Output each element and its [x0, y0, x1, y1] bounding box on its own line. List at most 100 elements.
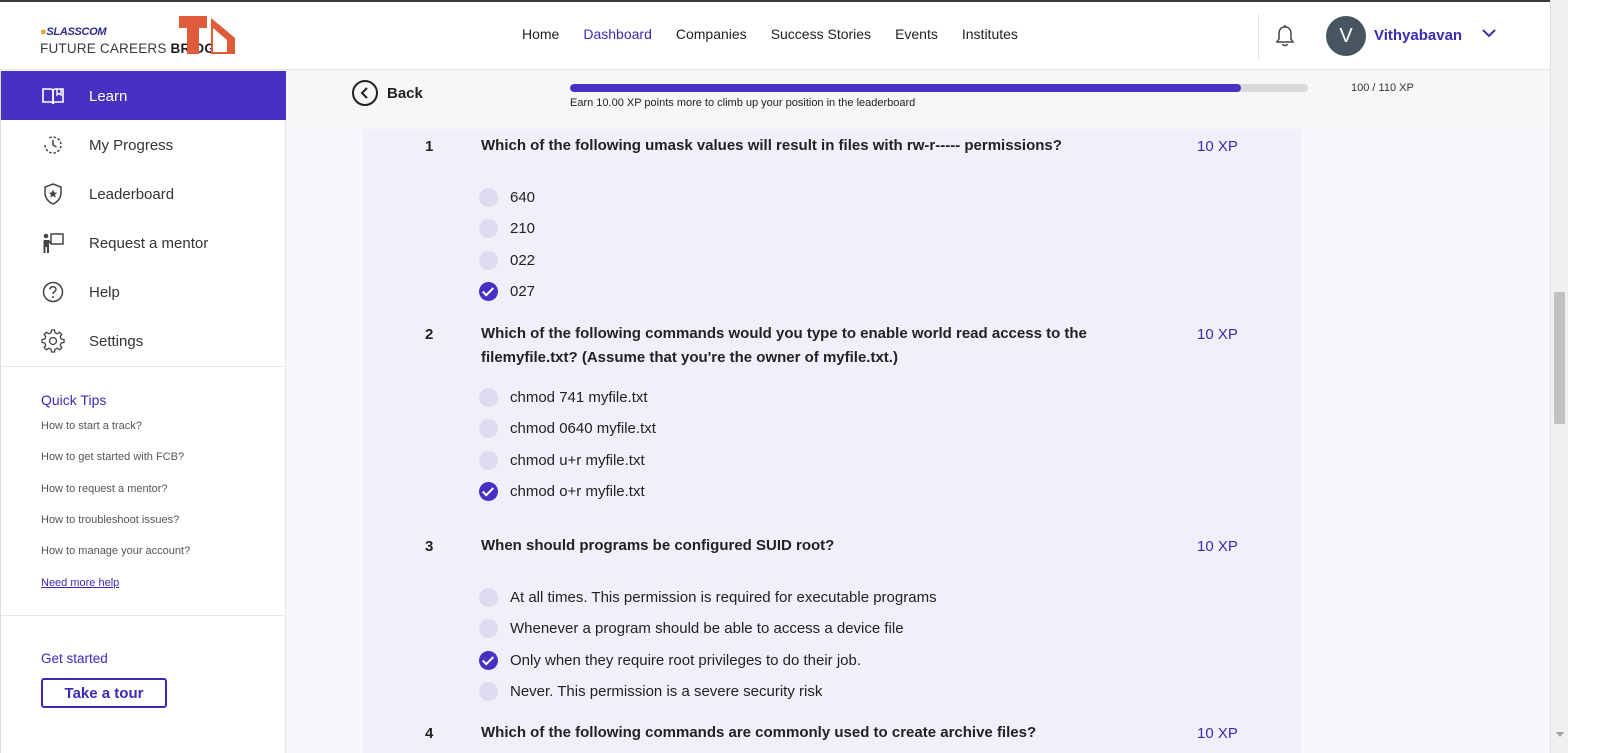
radio-unchecked-icon[interactable]	[479, 418, 498, 438]
question-circle-icon	[42, 281, 64, 303]
progress-header	[286, 71, 1568, 129]
gear-icon	[41, 329, 65, 353]
answer-option-label: chmod 741 myfile.txt	[510, 388, 648, 406]
answer-option-label: 640	[510, 188, 536, 206]
quiz-panel: 1 Which of the following umask values wil…	[363, 129, 1301, 753]
question-text: Which of the following commands are comm…	[481, 724, 1037, 741]
xp-progress-caption: Earn 10.00 XP points more to climb up yo…	[570, 97, 916, 109]
radio-checked-icon[interactable]	[479, 281, 498, 301]
avatar[interactable]: V	[1326, 16, 1366, 56]
sidebar-item-learn[interactable]: Learn	[1, 71, 286, 120]
sidebar-divider	[1, 366, 286, 367]
answer-option[interactable]: chmod o+r myfile.txt	[479, 480, 645, 502]
answer-option[interactable]: chmod u+r myfile.txt	[479, 449, 645, 471]
radio-unchecked-icon[interactable]	[479, 250, 498, 270]
sidebar-item-label: Request a mentor	[89, 235, 209, 252]
question-xp: 10 XP	[1197, 138, 1238, 155]
answer-option-label: 210	[510, 219, 536, 237]
logo-mark-icon	[179, 16, 235, 54]
nav-success-stories[interactable]: Success Stories	[771, 26, 871, 42]
radio-unchecked-icon[interactable]	[479, 218, 498, 238]
radio-unchecked-icon[interactable]	[479, 618, 498, 638]
back-button[interactable]: Back	[352, 80, 423, 106]
nav-home[interactable]: Home	[522, 26, 559, 42]
radio-unchecked-icon[interactable]	[479, 681, 498, 701]
sidebar-item-help[interactable]: Help	[1, 267, 286, 316]
sidebar-item-label: Leaderboard	[89, 186, 175, 203]
question-number: 4	[425, 725, 434, 742]
sidebar-item-my-progress[interactable]: My Progress	[1, 120, 286, 169]
nav-dashboard[interactable]: Dashboard	[583, 26, 652, 42]
answer-option[interactable]: Never. This permission is a severe secur…	[479, 680, 822, 702]
radio-unchecked-icon[interactable]	[479, 450, 498, 470]
answer-option[interactable]: 027	[479, 280, 535, 302]
scroll-down-arrow-icon[interactable]	[1556, 732, 1564, 737]
answer-option[interactable]: Only when they require root privileges t…	[479, 649, 861, 671]
question-xp: 10 XP	[1197, 725, 1238, 742]
nav-companies[interactable]: Companies	[676, 26, 747, 42]
question-xp: 10 XP	[1197, 538, 1238, 555]
header-divider	[1258, 14, 1259, 60]
answer-option[interactable]: Whenever a program should be able to acc…	[479, 617, 904, 639]
radio-checked-icon[interactable]	[479, 650, 498, 670]
mentor-board-icon	[43, 233, 64, 253]
sidebar-divider	[1, 615, 286, 616]
take-a-tour-button[interactable]: Take a tour	[41, 678, 167, 708]
radio-unchecked-icon[interactable]	[479, 587, 498, 607]
fcb-logo[interactable]: ●SLASSCOM FUTURE CAREERS BRIDGE	[40, 14, 240, 60]
question-number: 2	[425, 326, 434, 343]
window-edge	[1568, 0, 1600, 753]
sidebar-item-label: My Progress	[89, 137, 174, 154]
sidebar-item-settings[interactable]: Settings	[1, 316, 286, 365]
sidebar-item-label: Settings	[89, 333, 144, 350]
user-name[interactable]: Vithyabavan	[1374, 27, 1462, 44]
answer-option[interactable]: chmod 0640 myfile.txt	[479, 417, 656, 439]
answer-option[interactable]: 022	[479, 249, 535, 271]
get-started-title: Get started	[41, 651, 108, 666]
radio-checked-icon[interactable]	[479, 481, 498, 501]
answer-option-label: 027	[510, 282, 536, 300]
answer-option[interactable]: At all times. This permission is require…	[479, 586, 937, 608]
main-nav: Home Dashboard Companies Success Stories…	[522, 26, 1042, 42]
quick-tip-link[interactable]: How to troubleshoot issues?	[41, 514, 179, 526]
answer-option[interactable]: chmod 741 myfile.txt	[479, 386, 648, 408]
xp-progress-bar	[570, 84, 1308, 92]
sidebar-item-request-mentor[interactable]: Request a mentor	[1, 218, 286, 267]
top-header: ●SLASSCOM FUTURE CAREERS BRIDGE Home Das…	[0, 0, 1568, 70]
radio-unchecked-icon[interactable]	[479, 187, 498, 207]
book-icon	[42, 88, 64, 105]
answer-option-label: chmod u+r myfile.txt	[510, 451, 645, 469]
question-text: Which of the following commands would yo…	[481, 325, 1087, 366]
answer-option-label: chmod 0640 myfile.txt	[510, 419, 656, 437]
back-arrow-icon	[352, 80, 378, 106]
page-scrollbar[interactable]	[1550, 0, 1568, 753]
answer-option-label: Never. This permission is a severe secur…	[510, 682, 823, 700]
sidebar-item-leaderboard[interactable]: Leaderboard	[1, 169, 286, 218]
chevron-down-icon[interactable]	[1480, 26, 1498, 40]
answer-option[interactable]: 210	[479, 217, 535, 239]
answer-option-label: Only when they require root privileges t…	[510, 651, 862, 669]
nav-events[interactable]: Events	[895, 26, 938, 42]
sidebar-item-label: Help	[89, 284, 120, 301]
scrollbar-thumb[interactable]	[1554, 292, 1565, 424]
quick-tip-link[interactable]: How to request a mentor?	[41, 483, 168, 495]
quick-tip-link[interactable]: How to get started with FCB?	[41, 451, 184, 463]
quick-tip-link[interactable]: How to start a track?	[41, 420, 142, 432]
xp-progress-fill	[570, 84, 1241, 92]
question-number: 3	[425, 538, 434, 555]
bell-icon[interactable]	[1274, 24, 1296, 48]
nav-institutes[interactable]: Institutes	[962, 26, 1018, 42]
radio-unchecked-icon[interactable]	[479, 387, 498, 407]
answer-option-label: Whenever a program should be able to acc…	[510, 619, 904, 637]
quick-tips-title: Quick Tips	[41, 392, 107, 408]
history-icon	[44, 136, 62, 154]
quick-tip-link[interactable]: How to manage your account?	[41, 545, 190, 557]
sidebar: Learn My Progress Leaderboard Request a …	[0, 71, 286, 753]
answer-option[interactable]: 640	[479, 186, 535, 208]
question-xp: 10 XP	[1197, 326, 1238, 343]
xp-count: 100 / 110 XP	[1351, 82, 1414, 94]
answer-option-label: chmod o+r myfile.txt	[510, 482, 645, 500]
question-text: When should programs be configured SUID …	[481, 537, 835, 554]
answer-option-label: 022	[510, 251, 536, 269]
need-more-help-link[interactable]: Need more help	[41, 577, 119, 589]
